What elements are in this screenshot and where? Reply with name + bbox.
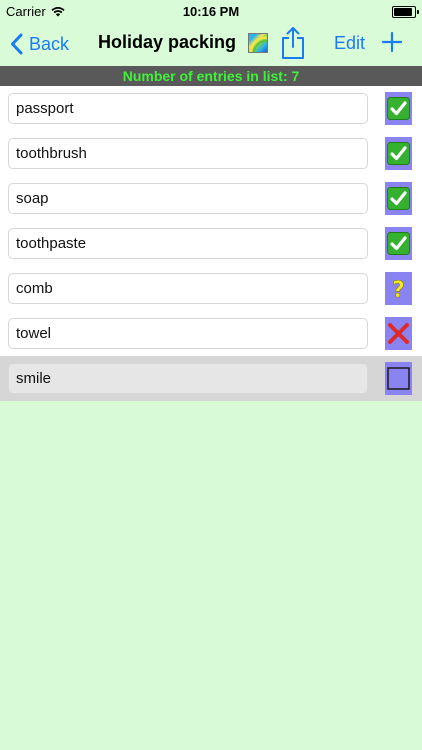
checkmark-icon	[387, 232, 410, 255]
navigation-bar: Back Holiday packing Edit	[0, 22, 422, 66]
share-button[interactable]	[280, 26, 306, 60]
plus-icon	[381, 31, 403, 53]
page-title: Holiday packing	[98, 32, 237, 52]
cross-icon	[388, 323, 409, 344]
checkmark-icon	[387, 187, 410, 210]
question-mark-icon: ?	[392, 278, 405, 300]
checkmark-icon	[387, 97, 410, 120]
back-label: Back	[29, 33, 70, 54]
svg-text:?: ?	[392, 278, 405, 300]
chevron-left-icon	[11, 33, 23, 55]
status-toggle-button[interactable]	[385, 137, 412, 170]
list-item[interactable]: toothbrush	[0, 131, 422, 176]
add-button[interactable]	[381, 31, 403, 53]
rainbow-icon[interactable]	[248, 32, 269, 53]
status-toggle-button[interactable]	[385, 182, 412, 215]
clock-time: 10:16 PM	[182, 4, 240, 19]
packing-list: passport toothbrush soap toothpaste comb	[0, 86, 422, 401]
rainbow-arc	[249, 36, 268, 52]
item-text-field[interactable]: toothpaste	[8, 228, 368, 259]
item-text-field[interactable]: comb	[8, 273, 368, 304]
list-item[interactable]: comb ?	[0, 266, 422, 311]
back-button[interactable]: Back	[10, 30, 69, 58]
checkmark-icon	[387, 142, 410, 165]
item-text-field[interactable]: smile	[8, 363, 368, 394]
status-toggle-button[interactable]	[385, 317, 412, 350]
title-group: Holiday packing	[98, 32, 269, 53]
empty-checkbox-icon	[387, 367, 410, 390]
list-item[interactable]: toothpaste	[0, 221, 422, 266]
status-toggle-button[interactable]	[385, 92, 412, 125]
battery-icon	[392, 6, 419, 18]
list-item[interactable]: passport	[0, 86, 422, 131]
status-bar: Carrier 10:16 PM	[0, 0, 422, 22]
list-item[interactable]: soap	[0, 176, 422, 221]
list-item[interactable]: towel	[0, 311, 422, 356]
item-text-field[interactable]: soap	[8, 183, 368, 214]
item-text-field[interactable]: towel	[8, 318, 368, 349]
edit-button[interactable]: Edit	[334, 33, 365, 54]
entry-count-banner: Number of entries in list: 7	[0, 66, 422, 86]
battery-fill	[394, 8, 412, 16]
status-toggle-button[interactable]	[385, 362, 412, 395]
item-text-field[interactable]: passport	[8, 93, 368, 124]
item-text-field[interactable]: toothbrush	[8, 138, 368, 169]
share-icon	[282, 27, 304, 59]
list-item[interactable]: smile	[0, 356, 422, 401]
status-toggle-button[interactable]: ?	[385, 272, 412, 305]
status-toggle-button[interactable]	[385, 227, 412, 260]
